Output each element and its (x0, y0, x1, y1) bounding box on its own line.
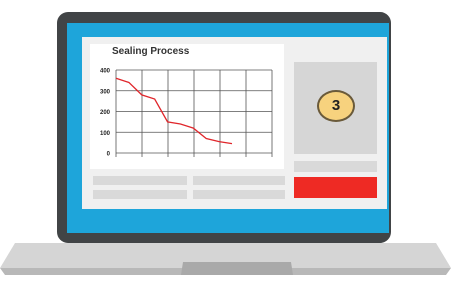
trackpad (181, 262, 293, 275)
laptop-base (0, 243, 451, 275)
